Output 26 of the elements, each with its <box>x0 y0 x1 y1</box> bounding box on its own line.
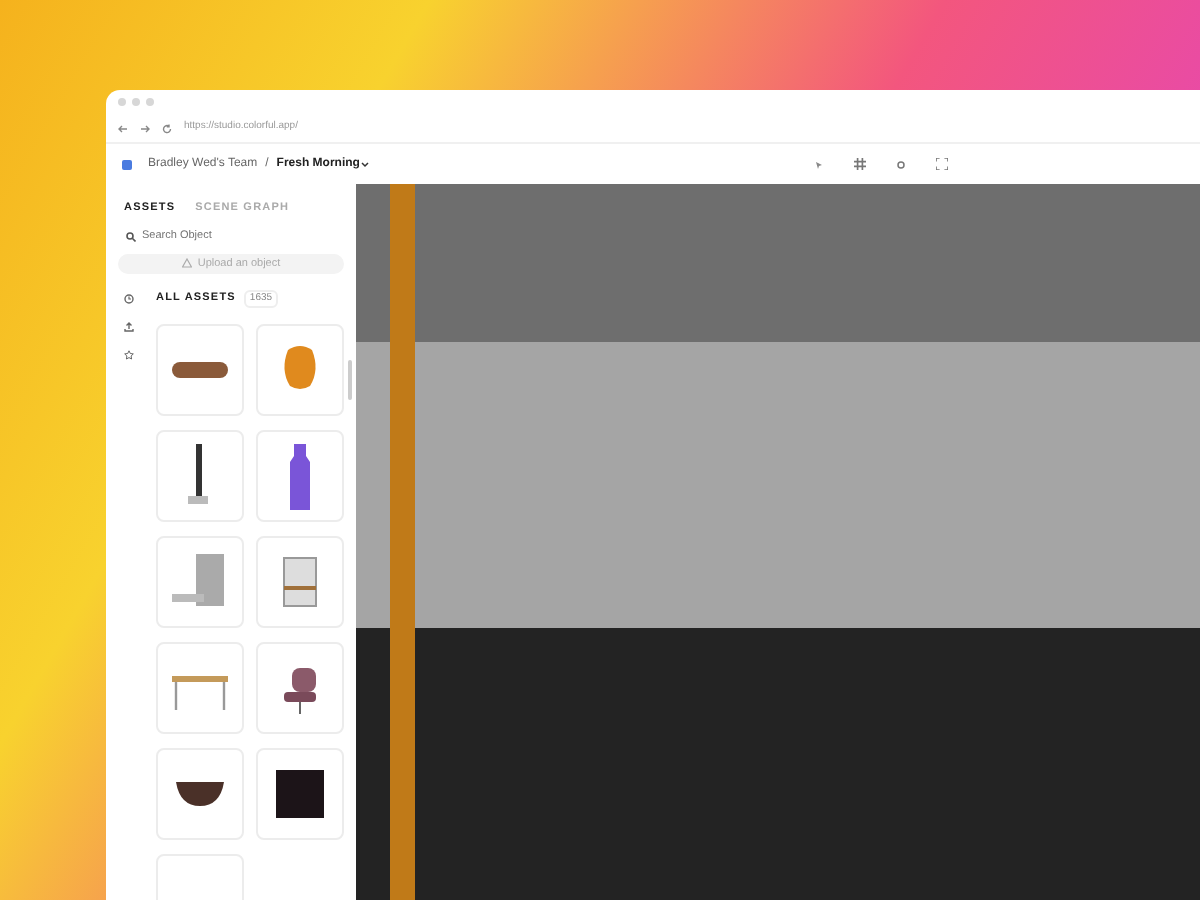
pointer-icon[interactable] <box>813 159 824 169</box>
reload-icon[interactable] <box>162 123 172 133</box>
upload-icon[interactable] <box>124 321 134 332</box>
forward-icon[interactable] <box>140 123 150 133</box>
asset-thumbnail[interactable] <box>156 536 244 629</box>
asset-thumbnail[interactable] <box>156 748 244 841</box>
render-viewport[interactable] <box>356 184 1200 900</box>
asset-thumbnail[interactable] <box>156 642 244 735</box>
back-icon[interactable] <box>118 123 128 133</box>
asset-thumbnail[interactable] <box>256 430 344 523</box>
asset-thumbnail[interactable] <box>256 642 344 735</box>
target-icon[interactable] <box>895 159 906 169</box>
caret-icon[interactable] <box>359 159 370 169</box>
asset-thumbnail[interactable] <box>156 324 244 417</box>
asset-thumbnail[interactable] <box>256 324 344 417</box>
app-logo-icon <box>122 159 132 169</box>
search-icon <box>126 231 136 242</box>
clock-icon[interactable] <box>124 293 134 304</box>
scrollbar[interactable] <box>348 360 352 400</box>
warning-icon <box>181 258 192 269</box>
grid-icon[interactable] <box>853 158 866 170</box>
asset-thumbnail[interactable] <box>256 536 344 629</box>
fullscreen-icon[interactable] <box>935 158 948 170</box>
asset-thumbnail[interactable] <box>156 430 244 523</box>
asset-thumbnail[interactable] <box>256 748 344 841</box>
star-icon[interactable] <box>124 349 134 360</box>
